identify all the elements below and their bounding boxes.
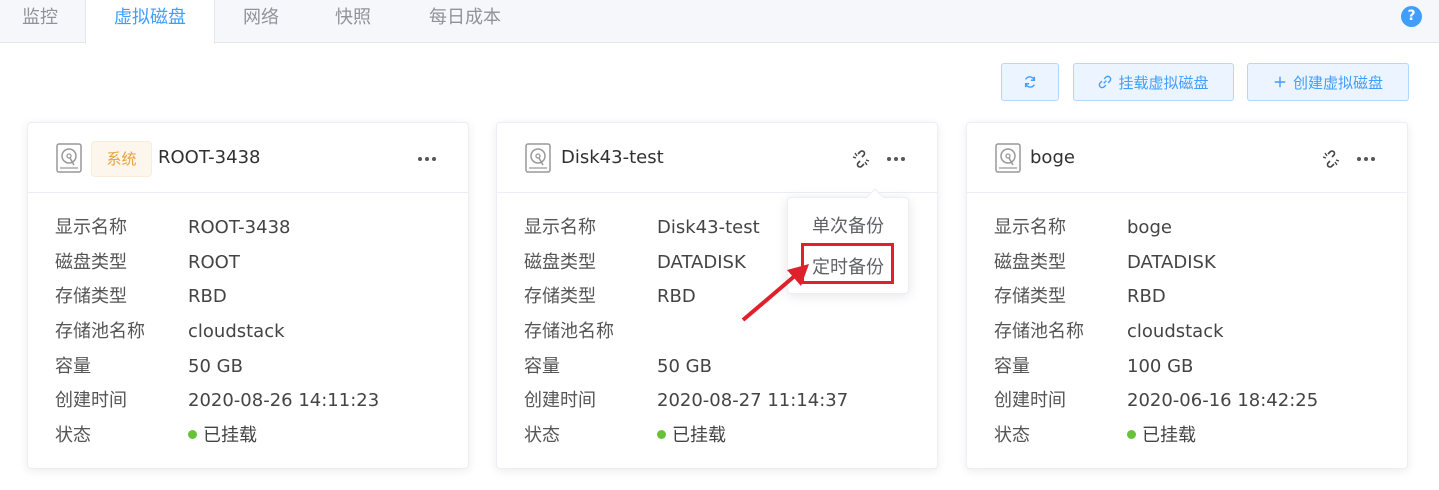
field-value: ROOT <box>188 251 240 273</box>
field-value: DATADISK <box>657 251 746 273</box>
help-icon[interactable]: ? <box>1401 6 1422 27</box>
field-label: 创建时间 <box>55 390 127 412</box>
field-value: cloudstack <box>1127 321 1224 343</box>
field-value: RBD <box>657 286 696 308</box>
field-value: 已挂载 <box>657 420 726 451</box>
tab-bar: 监控 虚拟磁盘 网络 快照 每日成本 ? <box>0 0 1439 44</box>
field-label: 存储池名称 <box>55 321 145 343</box>
field-label: 状态 <box>524 425 560 447</box>
card-header: boge <box>967 123 1407 193</box>
field-label: 存储类型 <box>994 286 1066 308</box>
field-value: 已挂载 <box>188 420 257 451</box>
field-label: 创建时间 <box>524 390 596 412</box>
status-dot <box>188 430 197 440</box>
more-icon[interactable] <box>418 151 436 165</box>
card-title: Disk43-test <box>561 147 664 168</box>
field-label: 磁盘类型 <box>994 251 1066 273</box>
status-text: 已挂载 <box>672 425 726 447</box>
field-value: 50 GB <box>657 355 712 377</box>
create-disk-button[interactable]: 创建虚拟磁盘 <box>1247 63 1409 101</box>
disk-card: 系统 ROOT-3438 显示名称 ROOT-3438 磁盘类型 ROOT 存储类型… <box>27 122 469 469</box>
refresh-button[interactable] <box>1001 63 1059 101</box>
field-label: 存储池名称 <box>524 321 614 343</box>
field-value: 2020-08-26 14:11:23 <box>188 390 380 412</box>
card-header: 系统 ROOT-3438 <box>28 123 468 193</box>
field-label: 存储类型 <box>55 286 127 308</box>
field-label: 状态 <box>55 425 91 447</box>
create-disk-label: 创建虚拟磁盘 <box>1292 73 1383 92</box>
field-value: RBD <box>1127 286 1166 308</box>
disk-card: boge 显示名称 boge 磁盘类型 DATADISK 存储类型 RBD 存储池名称… <box>966 122 1408 469</box>
card-header: Disk43-test <box>497 123 937 193</box>
status-text: 已挂载 <box>203 425 257 447</box>
attach-disk-button[interactable]: 挂载虚拟磁盘 <box>1073 63 1234 101</box>
status-dot <box>1127 430 1136 440</box>
field-value: 100 GB <box>1127 355 1194 377</box>
tab-monitor[interactable]: 监控 <box>0 0 80 43</box>
field-label: 创建时间 <box>994 390 1066 412</box>
field-label: 容量 <box>994 355 1030 377</box>
field-value: 50 GB <box>188 355 243 377</box>
plus-icon <box>1274 76 1286 88</box>
field-label: 显示名称 <box>994 217 1066 238</box>
field-label: 显示名称 <box>524 217 596 238</box>
unlink-icon[interactable] <box>1321 149 1341 169</box>
status-text: 已挂载 <box>1142 425 1196 447</box>
field-label: 容量 <box>524 355 560 377</box>
field-value: cloudstack <box>188 321 285 343</box>
tab-network[interactable]: 网络 <box>225 0 297 43</box>
field-label: 状态 <box>994 425 1030 447</box>
field-label: 存储池名称 <box>994 321 1084 343</box>
field-value: RBD <box>188 286 227 308</box>
disk-icon <box>525 143 551 173</box>
system-tag: 系统 <box>91 141 152 177</box>
tab-virtual-disk[interactable]: 虚拟磁盘 <box>85 0 215 44</box>
field-label: 存储类型 <box>524 286 596 308</box>
more-icon[interactable] <box>1357 151 1375 165</box>
attach-disk-label: 挂载虚拟磁盘 <box>1118 73 1209 92</box>
field-label: 容量 <box>55 355 91 377</box>
field-value: Disk43-test <box>657 217 760 238</box>
field-value: 已挂载 <box>1127 420 1196 451</box>
status-dot <box>657 430 666 440</box>
disk-icon <box>995 143 1021 173</box>
field-label: 磁盘类型 <box>524 251 596 273</box>
disk-icon <box>56 143 82 173</box>
more-icon[interactable] <box>887 151 905 165</box>
tab-daily-cost[interactable]: 每日成本 <box>410 0 520 43</box>
card-title: ROOT-3438 <box>158 147 261 168</box>
unlink-icon[interactable] <box>851 149 871 169</box>
field-value: boge <box>1127 217 1172 238</box>
card-title: boge <box>1030 147 1075 168</box>
disk-card: Disk43-test 显示名称 Disk43-test 磁盘类型 DATADISK… <box>496 122 938 469</box>
annotation-arrow <box>741 264 809 322</box>
field-value: DATADISK <box>1127 251 1216 273</box>
field-label: 显示名称 <box>55 217 127 238</box>
field-value: 2020-08-27 11:14:37 <box>657 390 849 412</box>
refresh-icon <box>1024 76 1036 88</box>
field-value: 2020-06-16 18:42:25 <box>1127 390 1319 412</box>
menu-item-single-backup[interactable]: 单次备份 <box>788 212 908 238</box>
field-label: 磁盘类型 <box>55 251 127 273</box>
field-value: ROOT-3438 <box>188 217 291 238</box>
link-icon <box>1099 75 1112 89</box>
tab-snapshot[interactable]: 快照 <box>317 0 389 43</box>
